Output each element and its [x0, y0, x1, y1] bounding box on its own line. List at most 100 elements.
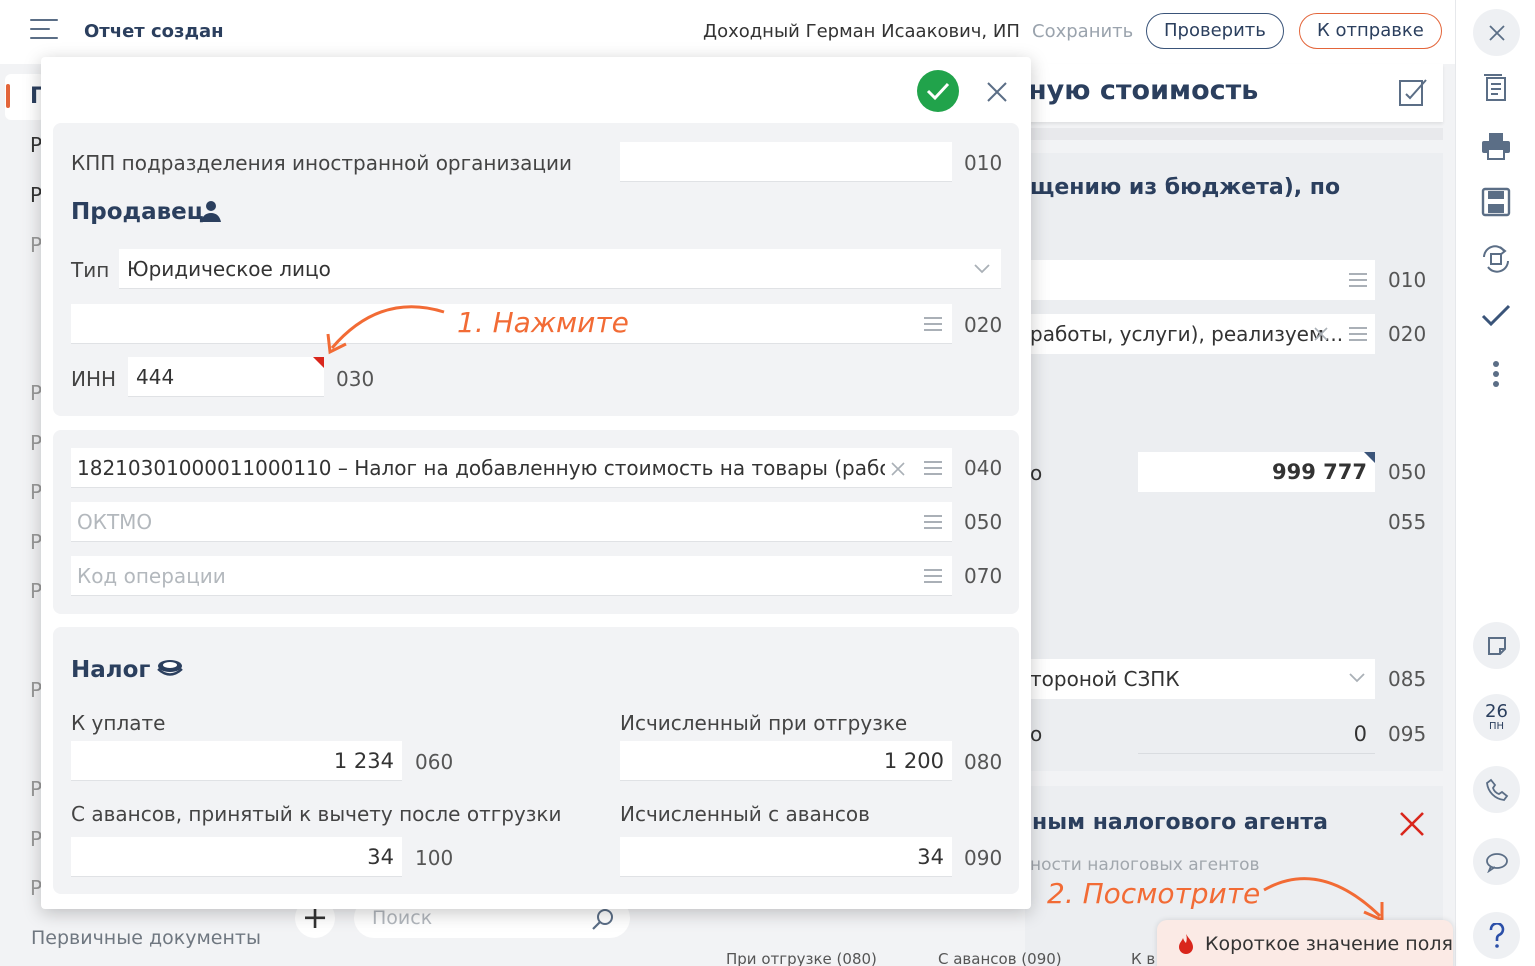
agent-title: ным налогового агента — [1032, 810, 1328, 835]
field-value: 999 777 — [1272, 460, 1367, 484]
chat-button[interactable] — [1473, 838, 1520, 885]
menu-icon[interactable] — [30, 19, 60, 41]
print-button[interactable] — [1476, 126, 1516, 166]
to-pay-input[interactable]: 1 234 — [71, 741, 402, 781]
inn-input[interactable]: 444 — [128, 357, 324, 397]
bg-field-010[interactable] — [1030, 260, 1375, 300]
calendar-button[interactable]: 26 ПН — [1473, 694, 1520, 741]
notes-button[interactable] — [1473, 622, 1520, 669]
oktmo-input[interactable]: ОКТМО — [71, 502, 952, 542]
bg-field-085[interactable]: тороной СЗПК — [1030, 659, 1375, 699]
date-weekday: ПН — [1488, 721, 1505, 732]
toast-text: Короткое значение поля — [1205, 933, 1453, 955]
seller-type-select[interactable]: Юридическое лицо — [119, 249, 1001, 289]
inn-code: 030 — [336, 367, 375, 391]
sync-button[interactable] — [1476, 239, 1516, 279]
save-icon — [1481, 187, 1511, 217]
exchange-icon — [1483, 245, 1509, 273]
clear-icon[interactable] — [1314, 327, 1328, 341]
call-button[interactable] — [1473, 766, 1520, 813]
seller-type-value: Юридическое лицо — [127, 257, 331, 281]
right-toolbar: 26 ПН — [1455, 0, 1535, 966]
search-placeholder: Поиск — [372, 907, 433, 929]
kpp-input[interactable] — [620, 142, 952, 182]
help-button[interactable] — [1473, 912, 1520, 959]
field-code: 020 — [1388, 322, 1427, 346]
seller-section: КПП подразделения иностранной организаци… — [53, 123, 1019, 416]
bg-field-095[interactable]: 0 — [1138, 714, 1375, 754]
tax-heading: Налог — [71, 657, 151, 683]
nav-item-primary-documents[interactable]: Первичные документы — [31, 927, 261, 949]
advance-deduct-label: С авансов, принятый к вычету после отгру… — [71, 802, 562, 826]
report-status: Отчет создан — [84, 21, 224, 42]
confirm-button[interactable] — [917, 70, 959, 112]
advance-deduct-code: 100 — [415, 846, 454, 870]
field-code: 010 — [1388, 268, 1427, 292]
close-panel-button[interactable] — [1473, 9, 1520, 56]
close-modal-icon[interactable] — [986, 81, 1008, 103]
nav-active-marker — [6, 84, 10, 108]
fire-icon — [1179, 934, 1193, 954]
check-button[interactable]: Проверить — [1146, 13, 1284, 49]
background-subtitle: щению из бюджета), по — [1030, 175, 1341, 200]
annotation-arrow-2 — [1263, 877, 1384, 923]
date-day: 26 — [1485, 701, 1508, 722]
edit-form-icon[interactable] — [1397, 76, 1429, 108]
field-value: работы, услуги), реализуем... — [1030, 322, 1344, 346]
verify-button[interactable] — [1476, 296, 1516, 336]
calendar-date: 26 ПН — [1485, 703, 1508, 732]
operation-code: 070 — [964, 564, 1003, 588]
documents-icon — [1484, 74, 1506, 101]
search-icon[interactable] — [590, 906, 616, 932]
note-icon — [1487, 636, 1506, 655]
documents-button[interactable] — [1476, 68, 1516, 108]
calc-advance-input[interactable]: 34 — [620, 837, 952, 877]
printer-icon — [1482, 133, 1510, 160]
seller-heading: Продавец — [71, 199, 204, 225]
advance-deduct-value: 34 — [367, 845, 394, 869]
calc-shipment-code: 080 — [964, 750, 1003, 774]
clear-icon[interactable] — [891, 462, 905, 476]
oktmo-code: 050 — [964, 510, 1003, 534]
chevron-down-icon[interactable] — [1348, 672, 1366, 684]
list-icon[interactable] — [924, 569, 942, 583]
to-pay-value: 1 234 — [333, 749, 394, 773]
kbk-code: 040 — [964, 456, 1003, 480]
edit-modal: КПП подразделения иностранной организаци… — [41, 57, 1031, 909]
payment-section: 18210301000011000110 – Налог на добавлен… — [53, 430, 1019, 614]
list-icon[interactable] — [1349, 273, 1367, 287]
field-hint-toast[interactable]: Короткое значение поля — [1157, 920, 1453, 966]
divider — [1025, 128, 1443, 140]
top-bar: Отчет создан Доходный Герман Исаакович, … — [0, 0, 1455, 64]
field-code: 055 — [1388, 510, 1427, 534]
operation-code-placeholder: Код операции — [77, 564, 226, 588]
chat-icon — [1485, 852, 1508, 873]
save-button[interactable]: Сохранить — [1032, 21, 1133, 42]
calc-shipment-input[interactable]: 1 200 — [620, 741, 952, 781]
phone-icon — [1485, 778, 1508, 801]
inn-value: 444 — [136, 365, 175, 389]
to-pay-label: К уплате — [71, 711, 166, 735]
save-icon-button[interactable] — [1476, 182, 1516, 222]
checkmark-icon — [1481, 304, 1511, 327]
field-code: 050 — [1388, 460, 1427, 484]
field-label: о — [1030, 461, 1043, 485]
kbk-input[interactable]: 18210301000011000110 – Налог на добавлен… — [71, 448, 952, 488]
operation-code-input[interactable]: Код операции — [71, 556, 952, 596]
list-icon[interactable] — [1349, 327, 1367, 341]
advance-deduct-input[interactable]: 34 — [71, 837, 402, 877]
annotation-step2: 2. Посмотрите — [1047, 877, 1261, 910]
bg-field-020[interactable]: работы, услуги), реализуем... — [1030, 314, 1375, 354]
bg-field-050[interactable]: 999 777 — [1138, 452, 1375, 492]
list-icon[interactable] — [924, 317, 942, 331]
error-marker[interactable] — [313, 357, 324, 368]
organization-name[interactable]: Доходный Герман Исаакович, ИП — [703, 21, 1020, 42]
list-icon[interactable] — [924, 461, 942, 475]
more-button[interactable] — [1476, 354, 1516, 394]
list-icon[interactable] — [924, 515, 942, 529]
delete-icon[interactable] — [1398, 810, 1426, 838]
field-code: 095 — [1388, 722, 1427, 746]
section-title: ную стоимость — [1028, 75, 1259, 106]
coins-icon — [157, 660, 183, 676]
send-button[interactable]: К отправке — [1299, 13, 1442, 49]
